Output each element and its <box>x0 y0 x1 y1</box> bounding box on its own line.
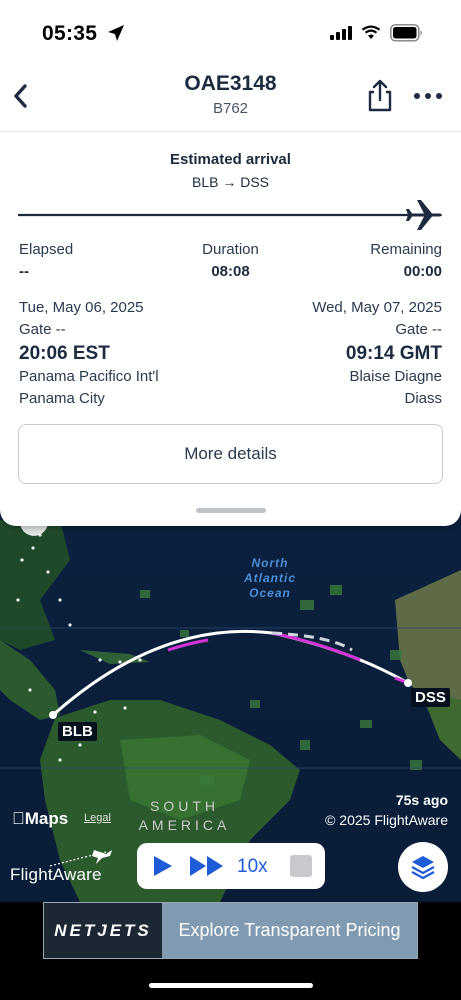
flight-progress-bar <box>18 200 442 230</box>
last-updated: 75s ago <box>395 792 448 808</box>
ad-cta[interactable]: Explore Transparent Pricing <box>162 903 417 958</box>
location-arrow-icon <box>108 25 124 41</box>
apple-maps-logo: Maps <box>12 809 68 829</box>
destination-code-label[interactable]: DSS <box>411 688 450 707</box>
navigation-bar: OAE3148 B762 <box>0 64 461 132</box>
origin-marker[interactable] <box>49 711 57 719</box>
arrival-status-title: Estimated arrival <box>170 151 291 168</box>
arrival-date: Wed, May 07, 2025 <box>312 299 442 316</box>
flightaware-text: FlightAware <box>10 865 102 884</box>
battery-icon <box>390 24 422 42</box>
status-time: 05:35 <box>42 22 98 45</box>
cellular-signal-icon <box>330 26 352 40</box>
departure-gate: Gate -- <box>19 321 66 338</box>
advertisement-banner[interactable]: NETJETS Explore Transparent Pricing <box>43 902 418 959</box>
arrival-city: Diass <box>404 390 442 407</box>
layers-icon <box>411 856 435 880</box>
arrival-gate: Gate -- <box>395 321 442 338</box>
continent-label: SOUTH AMERICA <box>138 798 231 833</box>
airplane-icon <box>406 200 442 230</box>
more-options-icon[interactable] <box>410 82 446 110</box>
duration-value: 08:08 <box>211 263 250 280</box>
play-icon[interactable] <box>151 855 173 877</box>
playback-speed[interactable]: 10x <box>237 856 268 878</box>
wifi-icon <box>361 25 381 39</box>
apple-logo-icon:  <box>12 809 25 828</box>
more-details-button[interactable]: More details <box>18 424 443 484</box>
home-indicator[interactable] <box>149 983 313 988</box>
remaining-label: Remaining <box>370 241 442 258</box>
sheet-drag-handle[interactable] <box>196 508 266 513</box>
origin-code-label[interactable]: BLB <box>58 722 97 741</box>
ad-brand: NETJETS <box>44 903 162 958</box>
stop-icon[interactable] <box>290 855 312 877</box>
maps-brand-text: Maps <box>12 809 68 828</box>
remaining-value: 00:00 <box>403 263 442 280</box>
status-bar: 05:35 <box>0 0 461 64</box>
route-codes: BLB → DSS <box>191 174 270 190</box>
fast-forward-icon[interactable] <box>189 855 225 877</box>
share-icon[interactable] <box>364 78 396 114</box>
departure-city: Panama City <box>19 390 105 407</box>
map-layers-button[interactable] <box>398 842 448 892</box>
playback-controls: 10x <box>137 843 325 889</box>
destination-marker[interactable] <box>404 679 412 687</box>
departure-time: 20:06 EST <box>19 343 110 364</box>
arrival-time: 09:14 GMT <box>345 343 442 364</box>
flight-summary-card: OAE3148 B762 Estimated arrival BLB → DSS… <box>0 64 461 526</box>
flightaware-logo: FlightAware <box>10 848 114 888</box>
arrival-airport[interactable]: Blaise Diagne <box>349 368 442 385</box>
departure-date: Tue, May 06, 2025 <box>19 299 144 316</box>
departure-airport[interactable]: Panama Pacifico Int'l <box>19 368 159 385</box>
legal-link[interactable]: Legal <box>84 812 111 824</box>
copyright: © 2025 FlightAware <box>325 812 448 828</box>
ocean-label: North Atlantic Ocean <box>243 556 296 600</box>
